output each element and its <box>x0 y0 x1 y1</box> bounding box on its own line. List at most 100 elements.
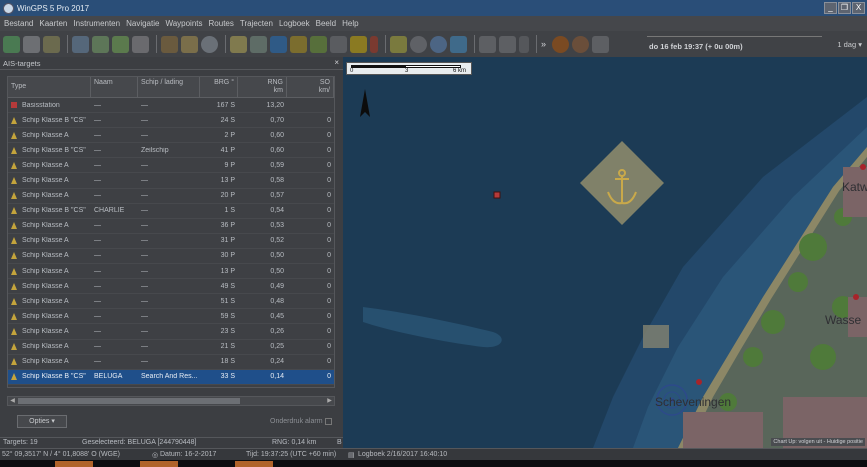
poi-marker[interactable] <box>696 379 702 385</box>
suppress-alarm-label: Onderdruk alarm <box>270 418 323 425</box>
menu-routes[interactable]: Routes <box>209 19 234 28</box>
cell-name: — <box>94 101 101 109</box>
anchor-icon[interactable] <box>161 35 178 53</box>
track-icon[interactable] <box>112 35 129 53</box>
time-slider[interactable]: do 16 feb 19:37 (+ 0u 00m) <box>647 36 822 54</box>
cell-type-text: Schip Klasse A <box>22 327 69 335</box>
cell-brg: 59 S <box>220 312 235 320</box>
ais-table-row[interactable]: Schip Klasse B "CS" CHARLIE — 1 S 0,54 0 <box>8 204 334 219</box>
col-brg[interactable]: BRG ° <box>200 77 238 97</box>
toolbar-separator <box>156 35 157 53</box>
ais-table-row[interactable]: Schip Klasse B "CS" — Zeilschip 41 P 0,60 0 <box>8 143 334 159</box>
ais-table-row[interactable]: Schip Klasse A — — 20 P 0,57 0 <box>8 189 334 204</box>
pan-icon[interactable] <box>450 35 467 53</box>
ais-table-row[interactable]: Schip Klasse A — — 2 P 0,60 0 <box>8 128 334 144</box>
ais-table-row[interactable]: Schip Klasse B "CS" — — 24 S 0,70 0 <box>8 113 334 129</box>
cell-type-text: Schip Klasse A <box>22 131 69 139</box>
cell-rng: 0,25 <box>270 343 284 351</box>
ais-table-row[interactable]: Schip Klasse A — — 51 S 0,48 0 <box>8 294 334 310</box>
clock-reset-icon[interactable] <box>572 35 590 53</box>
minimize-button[interactable]: _ <box>824 2 837 14</box>
cell-ship: — <box>141 237 148 245</box>
menu-navigatie[interactable]: Navigatie <box>126 19 159 28</box>
lamp-icon[interactable] <box>519 35 529 53</box>
ship-icon <box>11 327 17 335</box>
taskbar-item[interactable] <box>55 461 93 467</box>
menu-help[interactable]: Help <box>342 19 358 28</box>
close-icon[interactable]: × <box>334 58 339 67</box>
pencil-icon[interactable] <box>310 35 327 53</box>
scrollbar-thumb[interactable] <box>18 398 240 404</box>
ais-table-row[interactable]: Schip Klasse A — — 30 P 0,50 0 <box>8 249 334 265</box>
restore-button[interactable]: ❐ <box>838 2 851 14</box>
cell-name: — <box>94 161 101 169</box>
selected-target: Geselecteerd: BELUGA [244790448] <box>82 439 197 446</box>
taskbar-item[interactable] <box>235 461 273 467</box>
ruler-icon[interactable] <box>290 35 307 53</box>
cell-rng: 0,53 <box>270 222 284 230</box>
ais-table-row[interactable]: Schip Klasse A — — 31 P 0,52 0 <box>8 234 334 249</box>
wheel-icon[interactable] <box>330 35 347 53</box>
day-range-select[interactable]: 1 dag ▾ <box>822 38 862 52</box>
horizontal-scrollbar[interactable]: ◀ ▶ <box>7 396 335 406</box>
center-icon[interactable] <box>390 35 407 53</box>
col-name[interactable]: Naam <box>91 77 138 97</box>
poi-marker[interactable] <box>853 294 859 300</box>
zoom-icon[interactable] <box>410 35 427 53</box>
col-rng[interactable]: RNG km <box>238 77 287 97</box>
scroll-left-icon[interactable]: ◀ <box>8 397 17 405</box>
ais-table-row[interactable]: Schip Klasse A — — 49 S 0,49 0 <box>8 279 334 295</box>
ais-table-row[interactable]: Schip Klasse A — — 9 P 0,59 0 <box>8 158 334 174</box>
ais-table-row[interactable]: Basisstation — — 167 S 13,20 <box>8 98 334 114</box>
options-button[interactable]: Opties ▾ <box>17 415 67 428</box>
toolbar-separator <box>225 35 226 53</box>
poi-marker[interactable] <box>860 164 866 170</box>
zoom-out-icon[interactable] <box>499 35 516 53</box>
ais-table-row[interactable]: Schip Klasse A — — 13 P 0,50 0 <box>8 264 334 280</box>
zoom-in-icon[interactable] <box>479 35 496 53</box>
tide-icon[interactable] <box>230 35 247 53</box>
col-ship[interactable]: Schip / lading <box>138 77 200 97</box>
chart-canvas[interactable] <box>343 57 867 448</box>
menu-beeld[interactable]: Beeld <box>316 19 336 28</box>
logbook-icon[interactable] <box>43 35 60 53</box>
binoculars-icon[interactable] <box>592 35 610 53</box>
menu-waypoints[interactable]: Waypoints <box>165 19 202 28</box>
help-icon[interactable] <box>430 35 447 53</box>
basestation-marker[interactable] <box>493 191 501 199</box>
ais-table-row[interactable]: Schip Klasse A — — 21 S 0,25 0 <box>8 340 334 355</box>
compass-icon[interactable] <box>270 35 287 53</box>
waypoint-icon[interactable] <box>92 35 109 53</box>
flag-icon[interactable] <box>370 35 378 53</box>
route-icon[interactable] <box>72 35 89 53</box>
cell-so: 0 <box>327 267 331 275</box>
toolbar-overflow[interactable]: » <box>541 39 546 49</box>
col-type[interactable]: Type <box>8 77 91 97</box>
scroll-right-icon[interactable]: ▶ <box>325 397 334 405</box>
weather-icon[interactable] <box>250 35 267 53</box>
instrument-icon[interactable] <box>23 35 40 53</box>
taskbar-item[interactable] <box>140 461 178 467</box>
globe-icon[interactable] <box>201 35 218 53</box>
suppress-alarm-checkbox[interactable] <box>325 418 332 425</box>
ais-table-row[interactable]: Schip Klasse A — — 18 S 0,24 0 <box>8 355 334 370</box>
ais-table-row[interactable]: Schip Klasse A — — 59 S 0,45 0 <box>8 309 334 325</box>
menu-trajecten[interactable]: Trajecten <box>240 19 273 28</box>
gps-icon[interactable] <box>3 35 20 53</box>
menu-instrumenten[interactable]: Instrumenten <box>73 19 120 28</box>
clock-icon[interactable] <box>552 35 570 53</box>
ais-table-row[interactable]: Schip Klasse A — — 23 S 0,26 0 <box>8 324 334 340</box>
menu-bestand[interactable]: Bestand <box>4 19 33 28</box>
menu-kaarten[interactable]: Kaarten <box>39 19 67 28</box>
chart-map[interactable] <box>343 57 867 448</box>
status-datum: Datum: 16-2-2017 <box>160 451 217 458</box>
warning-icon[interactable] <box>350 35 367 53</box>
ais-table-row[interactable]: Schip Klasse A — — 13 P 0,58 0 <box>8 173 334 189</box>
ais-table-row[interactable]: Schip Klasse B "CS" BELUGA Search And Res.… <box>8 369 334 385</box>
ais-table-row[interactable]: Schip Klasse A — — 36 P 0,53 0 <box>8 219 334 234</box>
menu-logboek[interactable]: Logboek <box>279 19 310 28</box>
chart-book-icon[interactable] <box>181 35 198 53</box>
measure-icon[interactable] <box>132 35 149 53</box>
close-button[interactable]: X <box>852 2 865 14</box>
col-so[interactable]: SO km/ <box>287 77 334 97</box>
